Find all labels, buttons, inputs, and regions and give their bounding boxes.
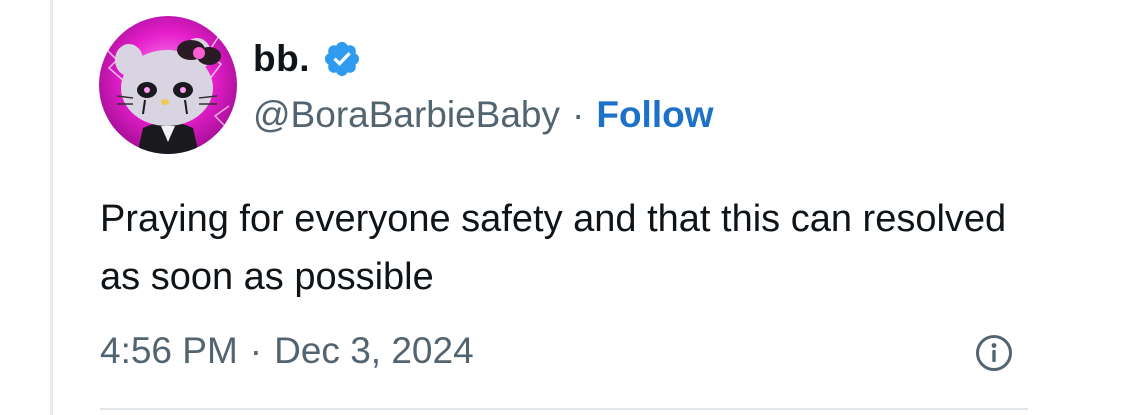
tweet-date[interactable]: Dec 3, 2024 [274, 330, 474, 372]
author-avatar[interactable] [99, 16, 237, 154]
follow-button[interactable]: Follow [596, 94, 713, 136]
hello-kitty-avatar-icon [99, 16, 237, 154]
author-handle[interactable]: @BoraBarbieBaby [253, 94, 560, 136]
tweet-time[interactable]: 4:56 PM [100, 330, 238, 372]
separator-dot: · [572, 94, 585, 135]
tweet-card: bb. @BoraBarbieBaby · Follow Praying for… [53, 0, 1125, 415]
tweet-meta-row: 4:56 PM · Dec 3, 2024 [100, 326, 474, 376]
tweet-text: Praying for everyone safety and that thi… [100, 198, 1007, 298]
info-icon[interactable] [974, 333, 1014, 373]
author-name-row: bb. [253, 34, 362, 84]
separator-dot: · [249, 330, 263, 371]
author-handle-row: @BoraBarbieBaby · Follow [253, 92, 714, 138]
author-display-name[interactable]: bb. [253, 38, 310, 80]
verified-badge-icon [324, 41, 360, 77]
bottom-divider [100, 408, 1028, 410]
tweet-embed-page: bb. @BoraBarbieBaby · Follow Praying for… [0, 0, 1125, 415]
